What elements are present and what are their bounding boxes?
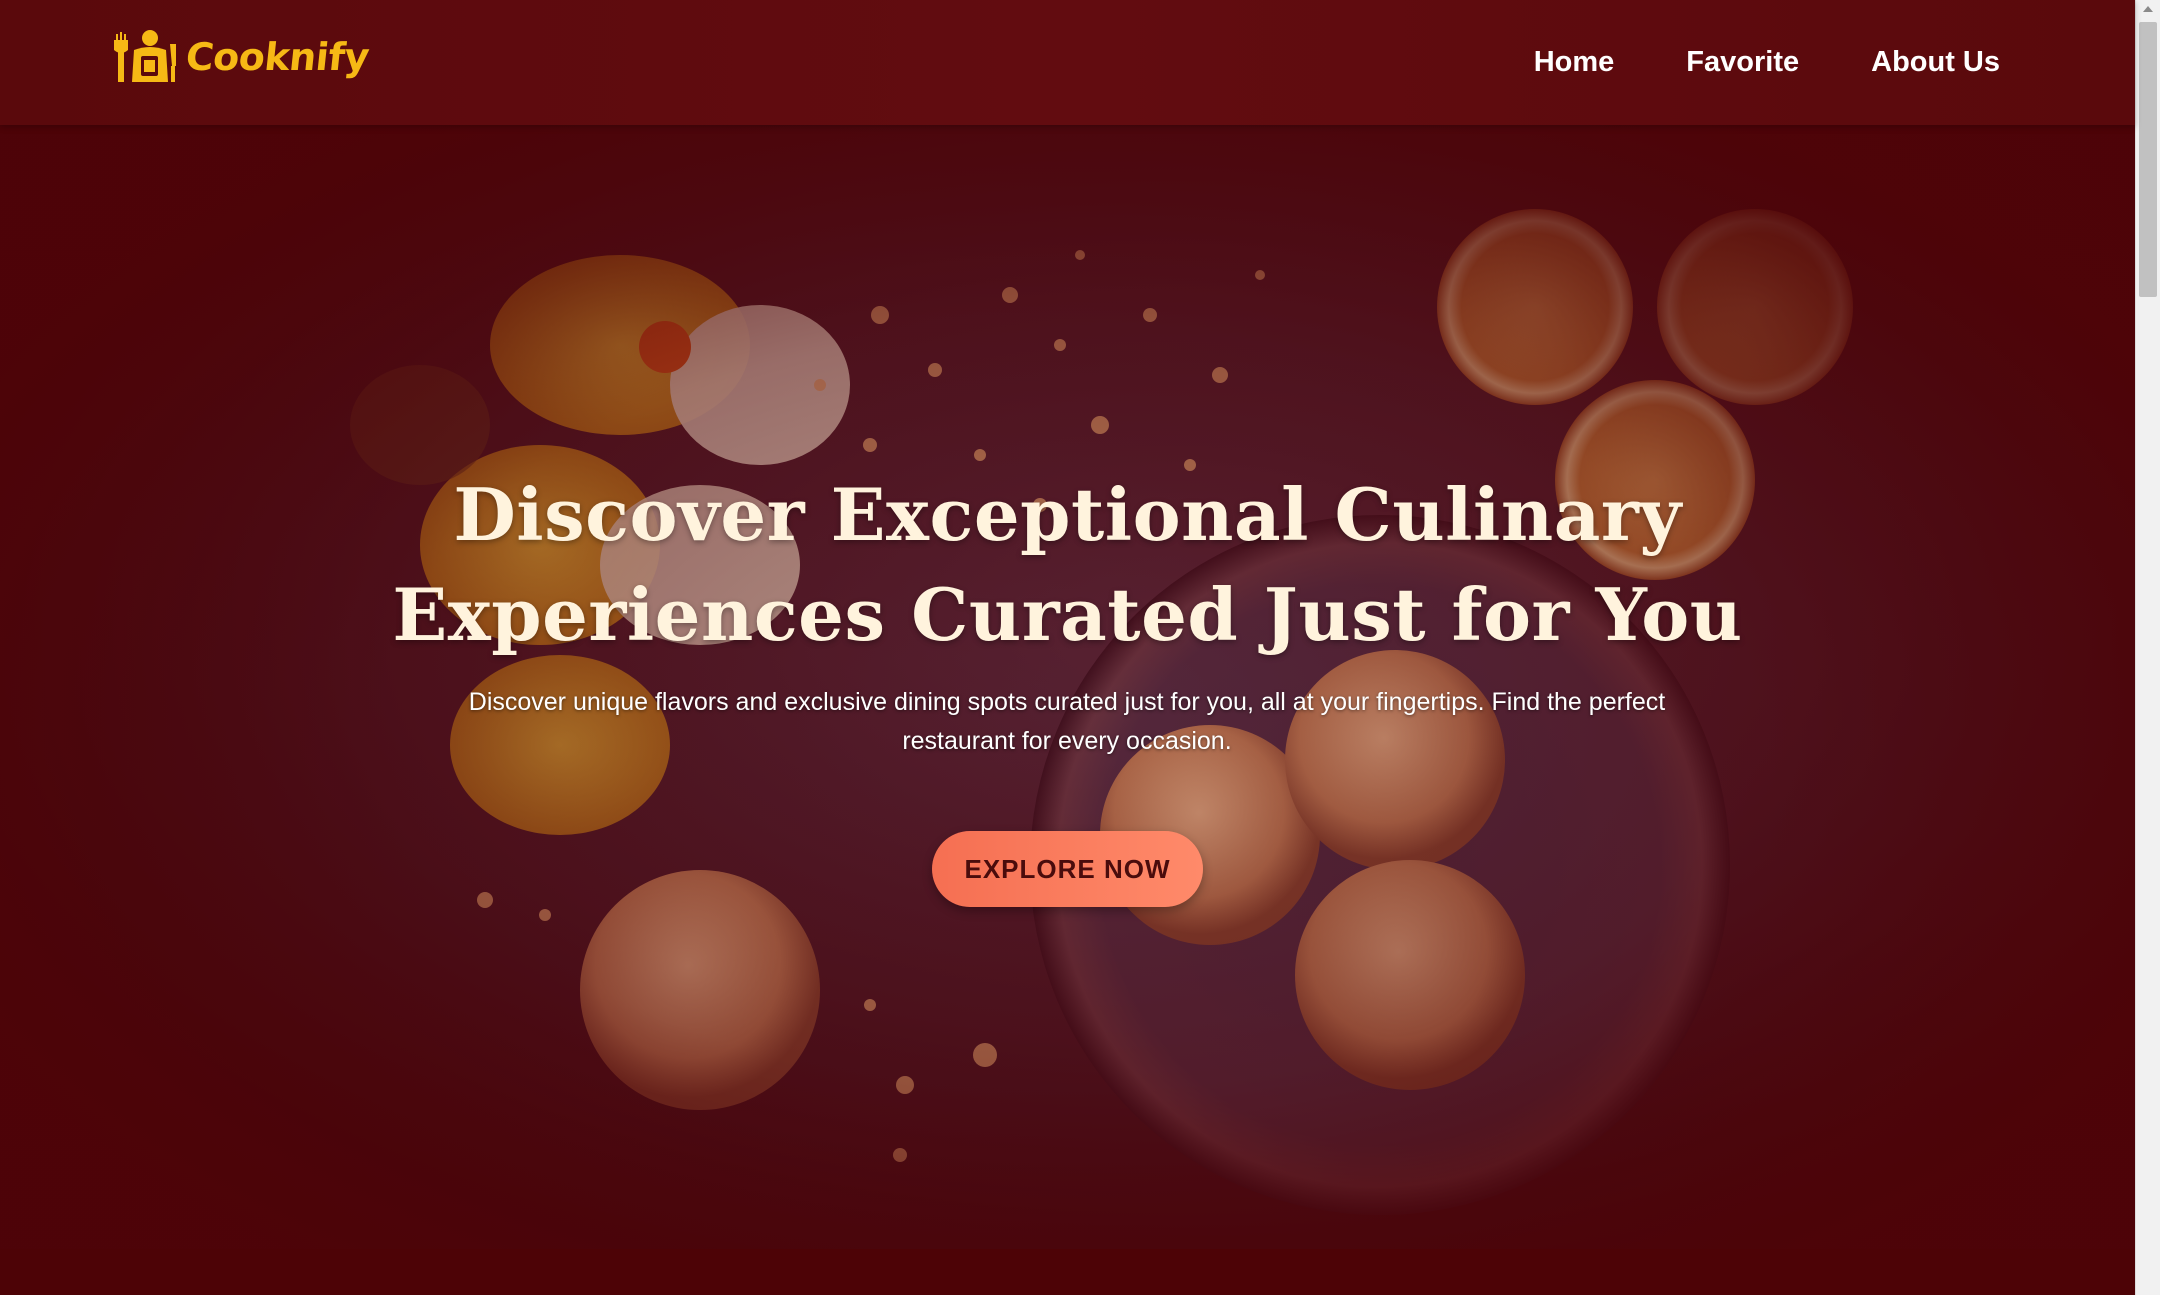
scroll-up-arrow-icon[interactable] <box>2143 6 2153 12</box>
explore-now-button[interactable]: EXPLORE NOW <box>932 831 1203 907</box>
hero-section: Discover Exceptional Culinary Experience… <box>0 125 2135 1249</box>
hero-title-line-1: Discover Exceptional Culinary <box>453 472 1682 557</box>
scroll-thumb[interactable] <box>2139 22 2157 297</box>
nav-about-us[interactable]: About Us <box>1871 40 2000 84</box>
site-header: Cooknify Home Favorite About Us <box>0 0 2135 125</box>
page: Cooknify Home Favorite About Us Discover… <box>0 0 2160 1295</box>
section-divider <box>0 1249 2135 1295</box>
page-scrollbar[interactable] <box>2135 0 2160 1295</box>
hero-title-line-2: Experiences Curated Just for You <box>392 572 1743 657</box>
logo-text: Cooknify <box>183 35 372 79</box>
hero-title: Discover Exceptional Culinary Experience… <box>0 465 2135 665</box>
hero-subtitle: Discover unique flavors and exclusive di… <box>468 688 1666 755</box>
logo[interactable]: Cooknify <box>112 26 372 88</box>
main-nav: Home Favorite About Us <box>1534 40 2000 84</box>
nav-favorite[interactable]: Favorite <box>1686 40 1799 84</box>
chef-logo-icon <box>114 30 176 82</box>
nav-home[interactable]: Home <box>1534 40 1615 84</box>
